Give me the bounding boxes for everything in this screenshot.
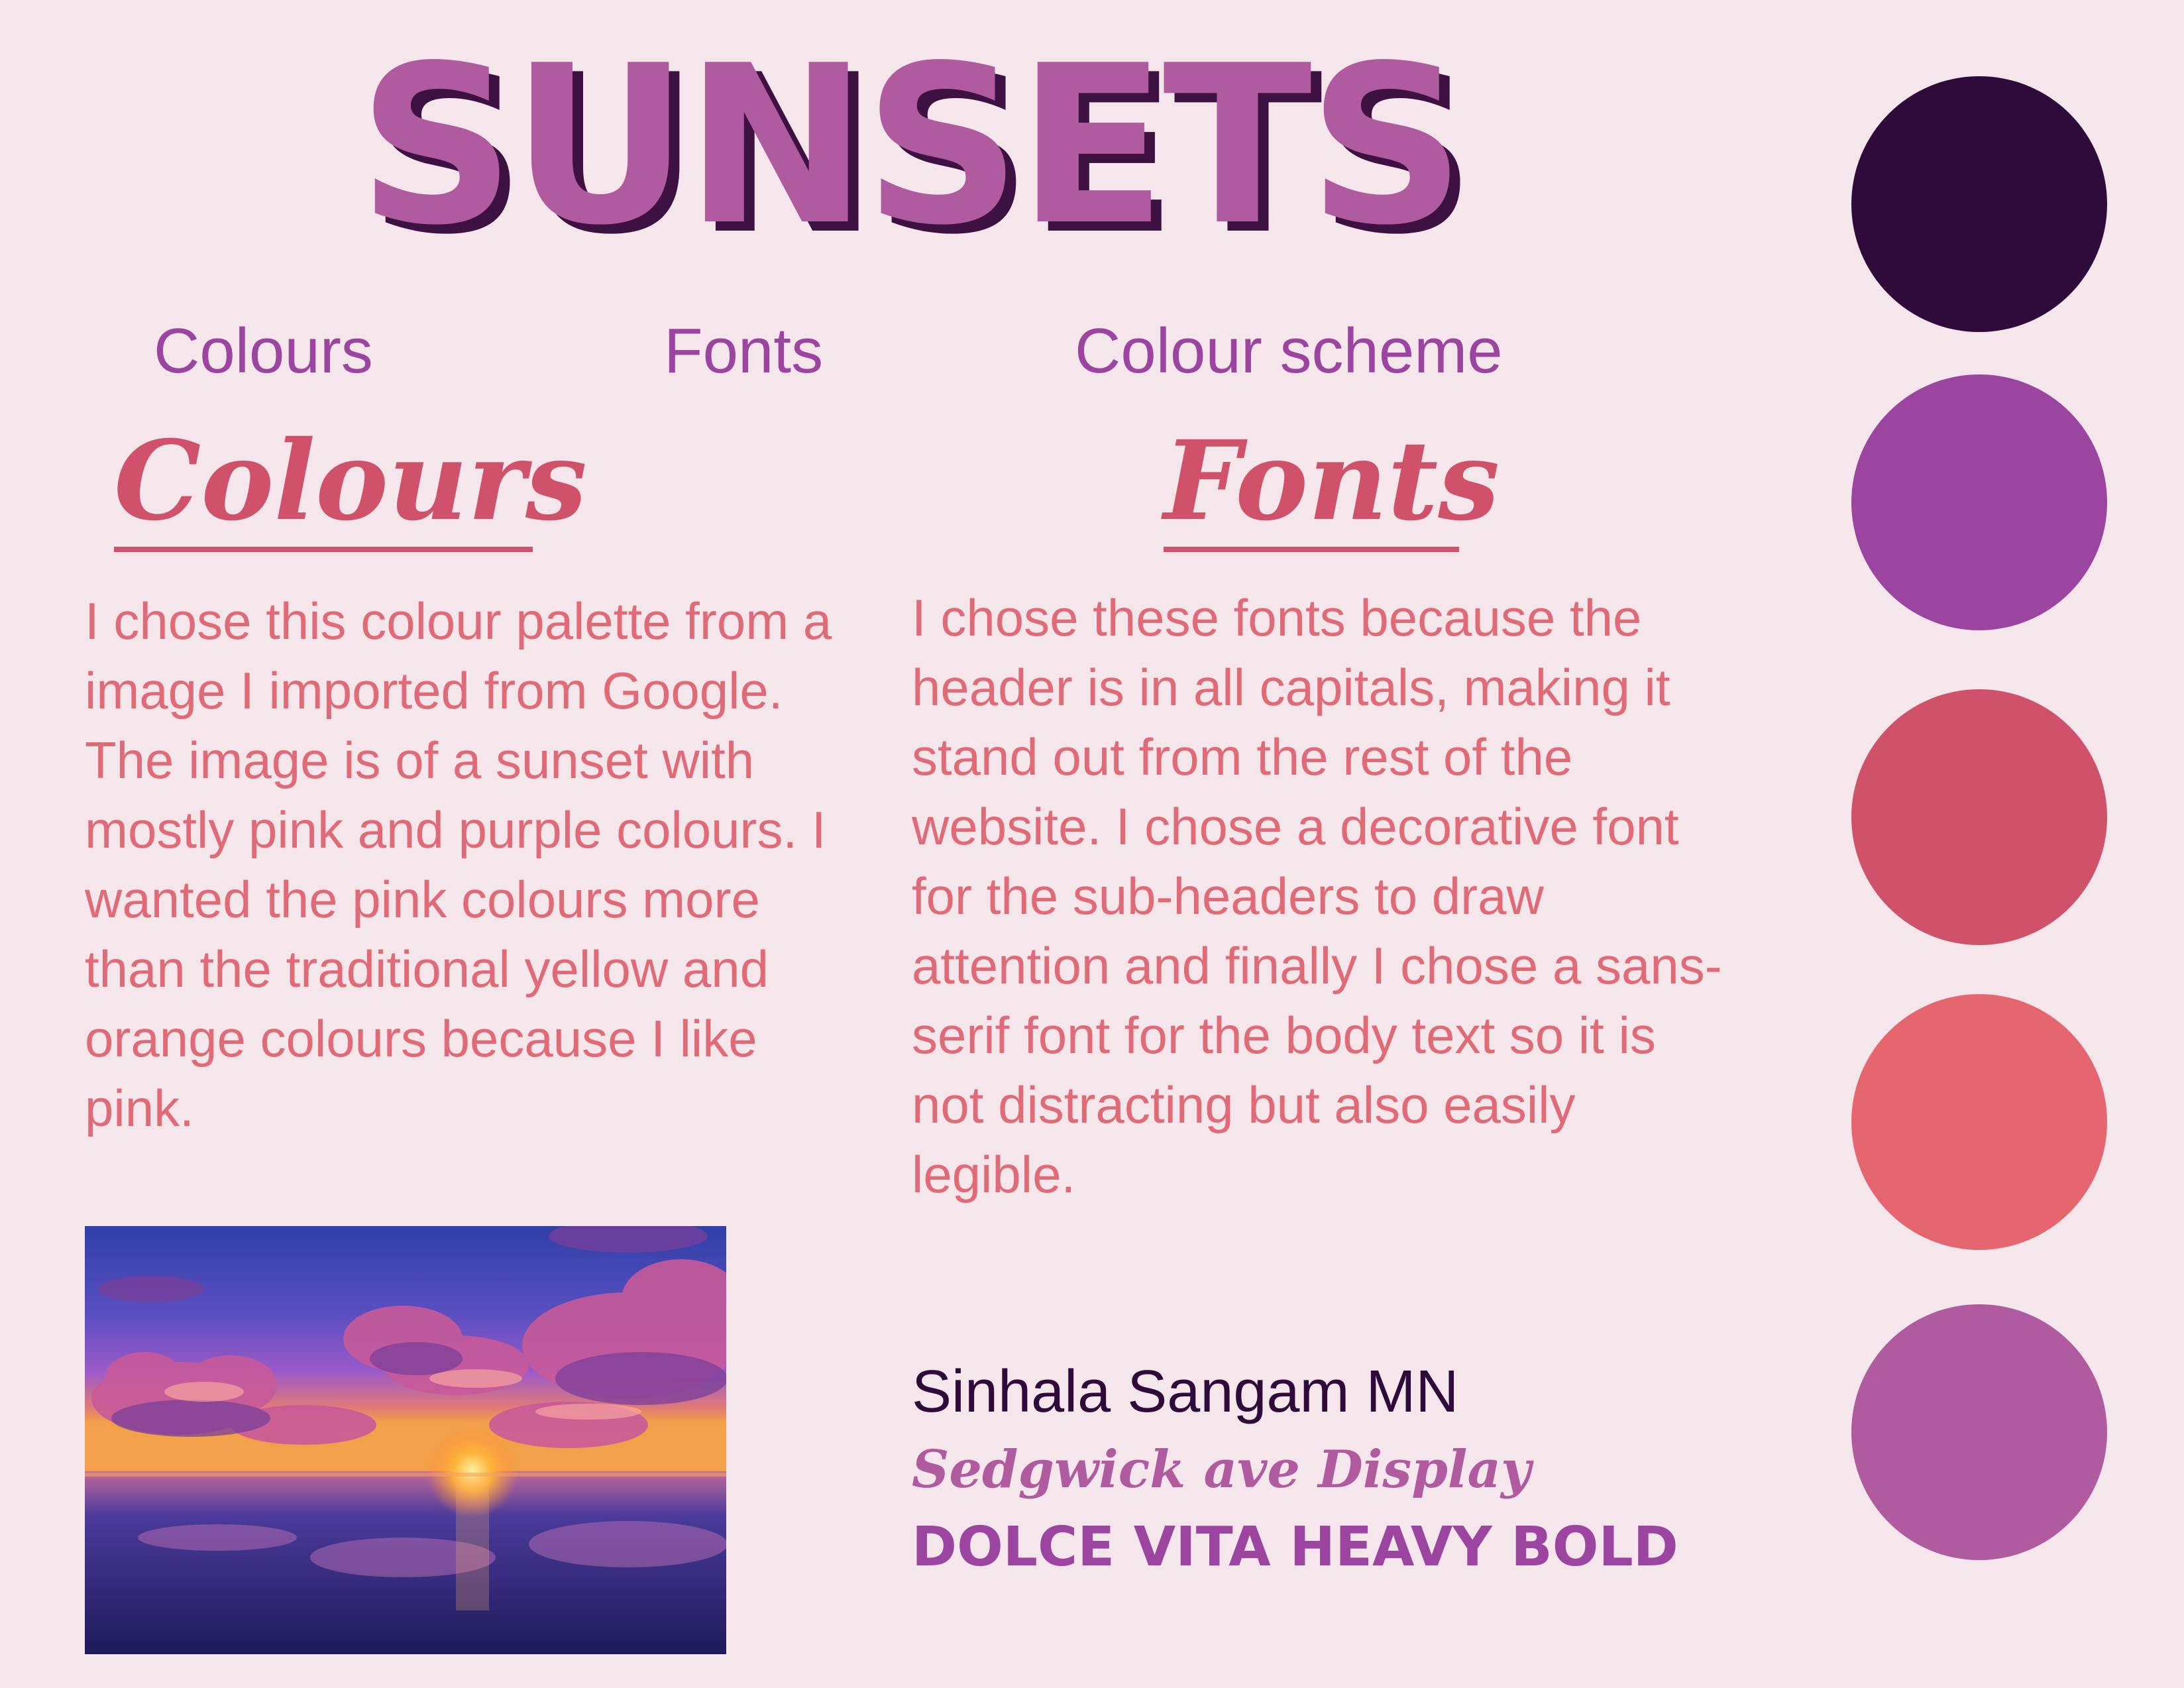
nav-link-colour-scheme[interactable]: Colour scheme xyxy=(1075,311,1503,391)
nav-link-fonts[interactable]: Fonts xyxy=(664,311,823,391)
fonts-heading: Fonts xyxy=(1164,414,1500,552)
colour-swatch-3 xyxy=(1851,689,2107,945)
colour-swatch-5 xyxy=(1851,1304,2107,1560)
colour-swatch-1 xyxy=(1851,76,2107,332)
fonts-paragraph: I chose these fonts because the header i… xyxy=(912,589,1722,1204)
sunset-image xyxy=(85,1226,726,1654)
colours-heading: Colours xyxy=(114,414,587,552)
colours-paragraph: I chose this colour palette from a image… xyxy=(85,592,832,1137)
font-sample-dolce-vita: DOLCE VITA HEAVY BOLD xyxy=(912,1516,1678,1579)
colour-swatch-4 xyxy=(1851,994,2107,1250)
nav-link-colours[interactable]: Colours xyxy=(154,311,373,391)
page-title: SUNSETS xyxy=(358,19,1466,273)
font-sample-sedgwick: Sedgwick ave Display xyxy=(912,1439,1531,1500)
font-sample-sinhala-sangam: Sinhala Sangam MN xyxy=(912,1359,1459,1425)
colour-swatch-2 xyxy=(1851,374,2107,630)
